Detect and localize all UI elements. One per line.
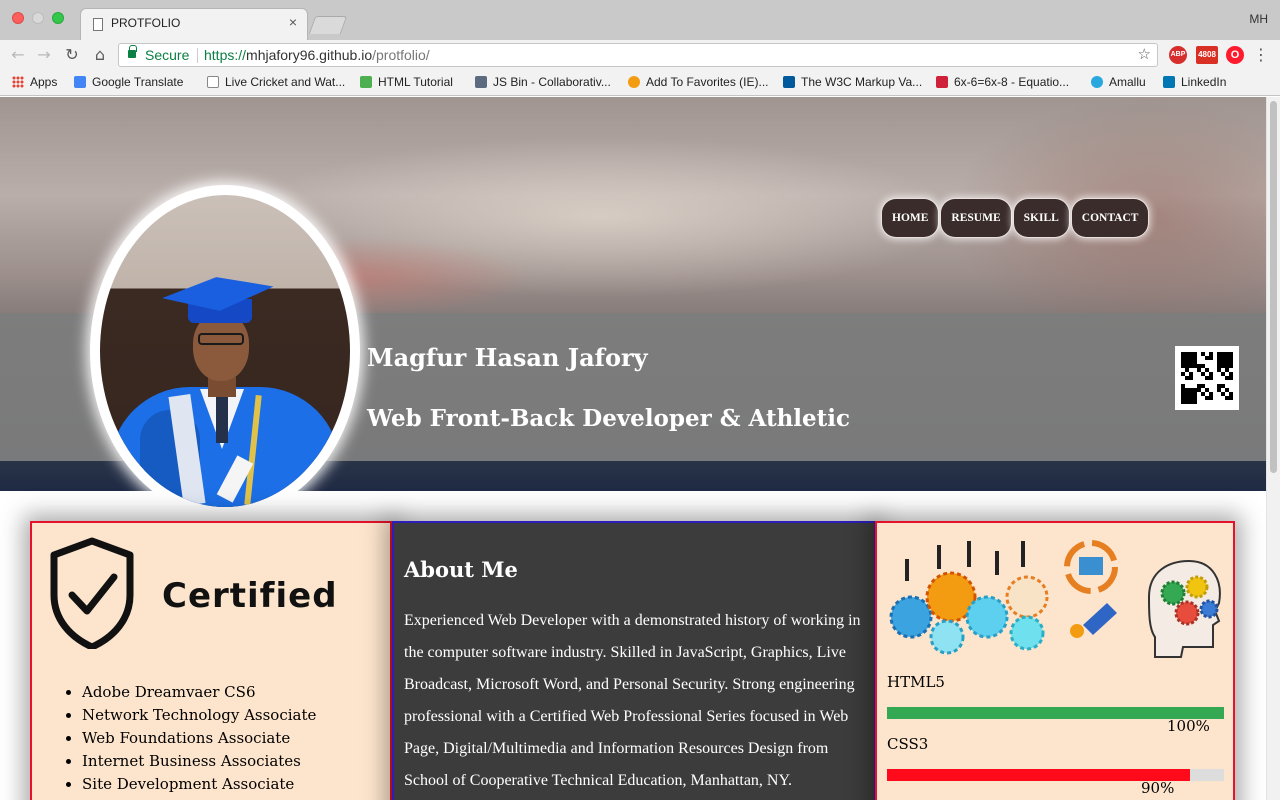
- bookmark-html-tutorial[interactable]: HTML Tutorial: [360, 75, 453, 89]
- gears-illustration-icon: [889, 540, 1221, 658]
- about-title: About Me: [404, 557, 518, 582]
- nav-resume[interactable]: RESUME: [941, 199, 1011, 237]
- certification-item: Internet Business Associates: [82, 750, 316, 773]
- certified-card: Certified Adobe Dreamvaer CS6 Network Te…: [30, 521, 392, 800]
- close-window-button[interactable]: [12, 12, 24, 24]
- browser-menu-icon[interactable]: ⋮: [1252, 45, 1270, 65]
- opera-extension-icon[interactable]: O: [1226, 46, 1244, 64]
- apps-grid-icon: [12, 76, 24, 88]
- bookmark-js-bin[interactable]: JS Bin - Collaborativ...: [475, 75, 611, 89]
- secure-label: Secure: [145, 47, 190, 63]
- mail-extension-icon[interactable]: 4808: [1196, 46, 1218, 64]
- bookmarks-bar: Apps Google Translate Live Cricket and W…: [0, 70, 1280, 96]
- minimize-window-button[interactable]: [32, 12, 44, 24]
- skill-percent: 100%: [1167, 717, 1210, 735]
- bookmark-symbolab[interactable]: 6x-6=6x-8 - Equatio...: [936, 75, 1069, 89]
- profile-name: Magfur Hasan Jafory: [367, 343, 648, 372]
- tab-title: PROTFOLIO: [111, 16, 181, 30]
- page-icon: [93, 18, 103, 31]
- nav-skill[interactable]: SKILL: [1013, 199, 1069, 237]
- skill-name: CSS3: [887, 735, 929, 753]
- graduation-cap: [161, 271, 276, 317]
- page-viewport: HOME RESUME SKILL CONTACT Magfur Hasan J…: [0, 97, 1266, 800]
- w3schools-icon: [360, 76, 372, 88]
- bookmark-add-to-favorites[interactable]: Add To Favorites (IE)...: [628, 75, 769, 89]
- qr-code-grid: [1181, 352, 1233, 404]
- browser-tab-bar: PROTFOLIO × MH: [0, 0, 1280, 40]
- certification-item: Web Foundations Associate: [82, 727, 316, 750]
- nav-contact[interactable]: CONTACT: [1071, 199, 1149, 237]
- url-path: /protfolio/: [372, 47, 430, 63]
- face: [193, 313, 249, 381]
- certification-item: Network Technology Associate: [82, 704, 316, 727]
- bookmark-google-translate[interactable]: Google Translate: [74, 75, 183, 89]
- skills-card: HTML5 100% CSS3 90%: [875, 521, 1235, 800]
- symbolab-icon: [936, 76, 948, 88]
- nav-home[interactable]: HOME: [882, 199, 939, 237]
- home-icon[interactable]: ⌂: [90, 45, 110, 65]
- certification-list: Adobe Dreamvaer CS6 Network Technology A…: [82, 681, 316, 796]
- certification-item: Site Development Associate: [82, 773, 316, 796]
- maximize-window-button[interactable]: [52, 12, 64, 24]
- about-text: Experienced Web Developer with a demonst…: [404, 612, 861, 789]
- url-scheme: https://: [204, 47, 247, 63]
- tab-close-icon[interactable]: ×: [289, 14, 297, 30]
- tie: [216, 395, 228, 443]
- glasses: [198, 333, 244, 345]
- page-icon: [207, 76, 219, 88]
- browser-toolbar: ← → ↻ ⌂ Secure https://mhjafory96.github…: [0, 40, 1280, 70]
- avatar-frame: [90, 185, 360, 517]
- head-gears-icon: [1147, 559, 1221, 658]
- bookmark-live-cricket[interactable]: Live Cricket and Wat...: [207, 75, 345, 89]
- amallu-icon: [1091, 76, 1103, 88]
- scrollbar-thumb[interactable]: [1270, 101, 1277, 473]
- bookmark-linkedin[interactable]: LinkedIn: [1163, 75, 1226, 89]
- browser-tab[interactable]: PROTFOLIO ×: [80, 8, 308, 40]
- bookmark-apps[interactable]: Apps: [12, 75, 57, 89]
- skill-name: HTML5: [887, 673, 945, 691]
- url-host: mhjafory96.github.io: [246, 47, 373, 63]
- w3c-icon: [783, 76, 795, 88]
- address-bar[interactable]: Secure https://mhjafory96.github.io/prot…: [118, 43, 1158, 67]
- adblock-extension-icon[interactable]: ABP: [1169, 46, 1187, 64]
- star-burst-icon: [628, 76, 640, 88]
- about-card: About Me Experienced Web Developer with …: [392, 521, 876, 800]
- page-scrollbar[interactable]: [1266, 97, 1280, 800]
- forward-arrow-icon[interactable]: →: [34, 45, 54, 65]
- avatar: [100, 195, 350, 507]
- bookmark-w3c-validator[interactable]: The W3C Markup Va...: [783, 75, 922, 89]
- new-tab-button[interactable]: [308, 16, 348, 34]
- certification-item: Adobe Dreamvaer CS6: [82, 681, 316, 704]
- bookmark-amallu[interactable]: Amallu: [1091, 75, 1146, 89]
- translate-icon: [74, 76, 86, 88]
- lock-icon: [128, 45, 137, 58]
- reload-icon[interactable]: ↻: [62, 45, 82, 65]
- back-arrow-icon[interactable]: ←: [8, 45, 28, 65]
- main-nav: HOME RESUME SKILL CONTACT: [882, 199, 1149, 237]
- profile-role: Web Front-Back Developer & Athletic: [367, 405, 851, 432]
- address-separator: [197, 48, 198, 63]
- skill-percent: 90%: [1141, 779, 1175, 797]
- qr-code-icon[interactable]: [1175, 346, 1239, 410]
- url-text[interactable]: https://mhjafory96.github.io/protfolio/: [204, 47, 430, 63]
- bookmark-star-icon[interactable]: ☆: [1138, 45, 1151, 63]
- linkedin-icon: [1163, 76, 1175, 88]
- refresh-cycle-icon: [1064, 540, 1118, 638]
- people-gears-icon: [889, 541, 1049, 655]
- jsbin-icon: [475, 76, 487, 88]
- certified-badge-icon: Certified: [50, 537, 338, 649]
- certified-logo-text: Certified: [162, 576, 338, 616]
- profile-button[interactable]: MH: [1249, 12, 1268, 26]
